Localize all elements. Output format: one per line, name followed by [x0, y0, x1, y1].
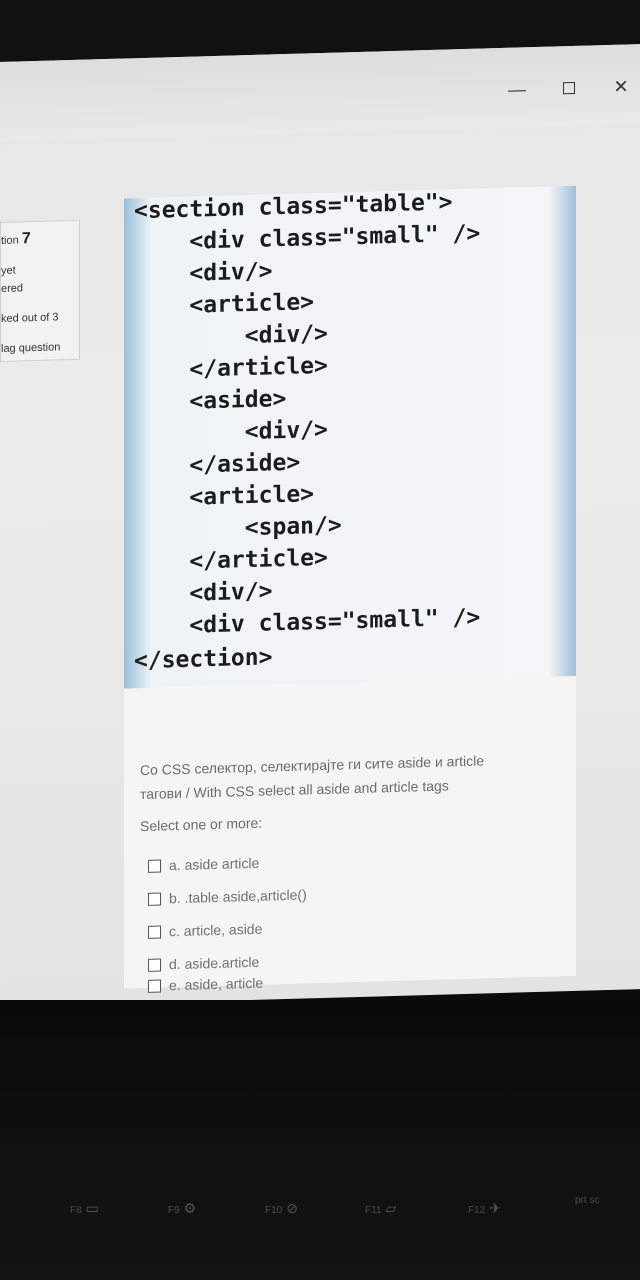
checkbox-c[interactable] [148, 925, 161, 939]
code-line: <aside> [134, 386, 287, 417]
option-c[interactable]: c. article, aside [148, 921, 262, 940]
code-line: <div class="small" /> [134, 220, 481, 257]
flag-question-link[interactable]: lag question [1, 341, 60, 355]
question-card: <section class="table"> <div class="smal… [124, 185, 576, 993]
screen-switch-icon: ▭ [85, 1200, 99, 1216]
option-e[interactable]: e. aside, article [148, 975, 263, 994]
checkbox-e[interactable] [148, 979, 161, 993]
laptop-keyboard [0, 1000, 640, 1280]
minimize-button[interactable]: — [506, 79, 528, 101]
option-c-label: c. article, aside [169, 920, 263, 940]
code-line: <span/> [134, 512, 342, 545]
touchpad-icon: ▱ [385, 1200, 397, 1216]
code-line: <div/> [134, 320, 328, 353]
marks-label: ked out of 3 [1, 311, 59, 325]
option-d-label: d. aside.article [169, 953, 260, 973]
maximize-button[interactable] [558, 78, 580, 100]
code-line: </article> [134, 352, 328, 385]
checkbox-d[interactable] [148, 958, 161, 972]
settings-icon: ⚙ [183, 1200, 197, 1216]
window-titlebar: — ✕ [0, 44, 640, 142]
camera-off-icon: ⊘ [286, 1200, 298, 1216]
question-info-box: tion 7 yet ered ked out of 3 lag questio… [0, 219, 80, 362]
code-line: <section class="table"> [134, 189, 453, 225]
code-line: <div/> [134, 578, 273, 609]
option-e-label: e. aside, article [169, 974, 264, 994]
option-d[interactable]: d. aside.article [148, 954, 259, 973]
key-prtsc: prt sc [575, 1195, 600, 1206]
window-controls: — ✕ [506, 76, 632, 101]
screen: — ✕ tion 7 yet ered ked out of 3 lag que… [0, 44, 640, 1008]
key-f12: F12 ✈ [468, 1200, 501, 1216]
key-f11: F11 ▱ [365, 1200, 397, 1216]
maximize-icon [563, 81, 575, 95]
answer-status-2: ered [1, 282, 24, 295]
code-line: </article> [134, 544, 328, 577]
option-b[interactable]: b. .table aside,article() [148, 886, 307, 906]
code-image: <section class="table"> <div class="smal… [124, 185, 576, 689]
option-a-label: a. aside article [169, 854, 260, 874]
answer-status: yet [1, 264, 16, 277]
answer-prompt: Select one or more: [140, 814, 263, 835]
code-line: <div/> [134, 258, 273, 289]
airplane-icon: ✈ [489, 1200, 501, 1216]
code-line: <article> [134, 481, 315, 513]
question-number: 7 [21, 230, 31, 248]
key-f8: F8 ▭ [70, 1200, 99, 1216]
question-text: Со CSS селектор, селектирајте ги сите as… [140, 746, 560, 806]
close-button[interactable]: ✕ [610, 76, 632, 98]
checkbox-a[interactable] [148, 859, 161, 873]
checkbox-b[interactable] [148, 892, 161, 906]
code-line: <div class="small" /> [134, 604, 481, 641]
option-a[interactable]: a. aside article [148, 855, 259, 874]
code-line: </section> [134, 644, 273, 675]
option-b-label: b. .table aside,article() [169, 886, 307, 907]
code-line: <article> [134, 289, 315, 321]
question-label: tion [1, 234, 19, 247]
key-f9: F9 ⚙ [168, 1200, 197, 1216]
code-line: </aside> [134, 449, 301, 481]
code-line: <div/> [134, 416, 328, 449]
key-f10: F10 ⊘ [265, 1200, 298, 1216]
